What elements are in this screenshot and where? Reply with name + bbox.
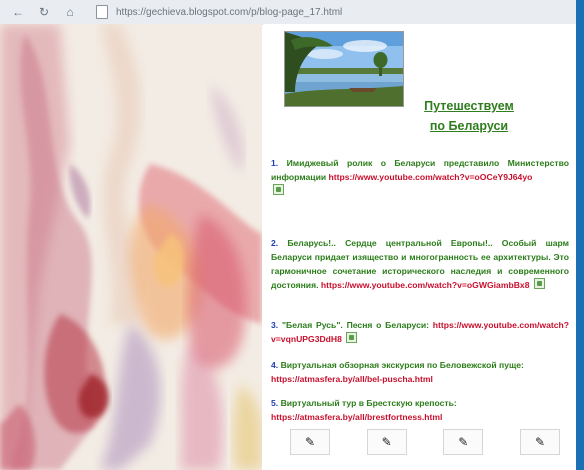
url-text[interactable]: https://gechieva.blogspot.com/p/blog-pag… (116, 7, 342, 18)
watercolor-background-image (0, 24, 262, 470)
page-icon (96, 5, 108, 19)
link-icon[interactable] (273, 184, 284, 195)
watercolor-painting (0, 24, 262, 470)
video-link[interactable]: https://www.youtube.com/watch?v=oGWGiamb… (321, 280, 530, 290)
item-text: Виртуальная обзорная экскурсия по Белове… (280, 360, 524, 370)
thumbnail-row: ✎ ✎ ✎ ✎ (290, 429, 560, 455)
item-number: 1. (271, 158, 279, 168)
item-number: 5. (271, 398, 279, 408)
list-item-1: 1. Имиджевый ролик о Беларуси представил… (271, 156, 569, 198)
tour-link[interactable]: https://atmasfera.by/all/bel-puscha.html (271, 374, 433, 384)
item-number: 2. (271, 238, 279, 248)
link-icon[interactable] (533, 278, 545, 289)
list-item-2: 2. Беларусь!.. Сердце центральной Европы… (271, 236, 569, 292)
broken-image-icon[interactable]: ✎ (519, 429, 560, 455)
home-icon[interactable]: ⌂ (62, 4, 78, 20)
browser-address-bar: ← ↻ ⌂ https://gechieva.blogspot.com/p/bl… (0, 0, 584, 25)
window-edge (576, 0, 584, 470)
lake-photo[interactable] (284, 31, 404, 107)
content-panel: Путешествуем по Беларуси 1. Имиджевый ро… (263, 24, 576, 470)
tour-link[interactable]: https://atmasfera.by/all/brestfortness.h… (271, 412, 442, 422)
reload-icon[interactable]: ↻ (36, 4, 52, 20)
broken-image-icon[interactable]: ✎ (366, 429, 407, 455)
broken-image-icon[interactable]: ✎ (290, 429, 330, 455)
list-item-5: 5. Виртуальный тур в Брестскую крепость:… (271, 396, 569, 424)
link-icon[interactable] (346, 332, 358, 343)
back-arrow-icon[interactable]: ← (10, 4, 26, 20)
broken-image-icon[interactable]: ✎ (443, 429, 484, 455)
list-item-3: 3. "Белая Русь". Песня о Беларуси: https… (271, 318, 569, 346)
item-number: 4. (271, 360, 279, 370)
title-line-2: по Беларуси (429, 119, 509, 133)
lake-landscape-image (285, 32, 403, 106)
title-line-1: Путешествуем (424, 99, 514, 113)
item-text: Виртуальный тур в Брестскую крепость: (280, 398, 457, 408)
list-item-4: 4. Виртуальная обзорная экскурсия по Бел… (271, 358, 569, 386)
item-text: "Белая Русь". Песня о Беларуси: (281, 320, 429, 330)
item-number: 3. (271, 320, 279, 330)
video-link[interactable]: https://www.youtube.com/watch?v=oOCeY9J6… (329, 172, 533, 182)
page-title: Путешествуем по Беларуси (389, 96, 549, 136)
